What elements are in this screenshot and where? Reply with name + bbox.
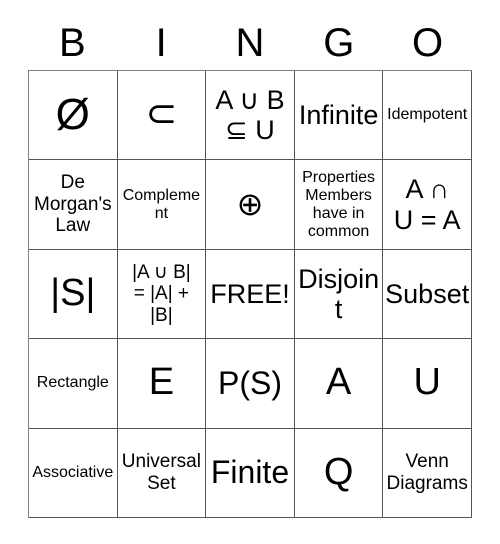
bingo-cell-label: FREE!: [210, 278, 290, 309]
header-letter-n: N: [235, 21, 265, 65]
bingo-cell[interactable]: Universal Set: [117, 428, 207, 518]
bingo-cell[interactable]: Ø: [29, 71, 118, 161]
bingo-cell-label: Universal Set: [121, 451, 201, 494]
bingo-cell[interactable]: Properties Members have in common: [294, 160, 384, 250]
bingo-cell[interactable]: |A ∪ B| = |A| + |B|: [117, 249, 207, 340]
header-letter-g: G: [323, 21, 355, 65]
bingo-cell[interactable]: Infinite: [294, 71, 384, 161]
bingo-cell[interactable]: Subset: [383, 249, 472, 340]
bingo-cell[interactable]: Disjoint: [294, 249, 384, 340]
bingo-grid: Ø ⊂ A ∪ B ⊆ U Infinite Idempotent De Morgan's La…: [28, 70, 472, 518]
bingo-cell-label: Properties Members have in common: [302, 168, 376, 240]
bingo-cell[interactable]: A: [294, 339, 384, 429]
bingo-cell-label: A: [325, 361, 352, 404]
bingo-cell-label: E: [148, 361, 175, 404]
bingo-cell[interactable]: A ∪ B ⊆ U: [206, 71, 295, 161]
bingo-cell[interactable]: |S|: [29, 249, 118, 340]
bingo-cell[interactable]: U: [383, 339, 472, 429]
bingo-cell[interactable]: Q: [294, 428, 384, 518]
bingo-cell[interactable]: P(S): [206, 339, 295, 429]
bingo-cell-label: P(S): [217, 364, 282, 401]
bingo-cell-label: A ∩ U = A: [393, 174, 461, 235]
bingo-cell-label: De Morgan's Law: [34, 172, 112, 237]
bingo-cell-label: Finite: [210, 454, 290, 491]
bingo-cell-label: ⊕: [236, 186, 264, 222]
bingo-cell[interactable]: Rectangle: [29, 339, 118, 429]
header-letter-i: I: [155, 21, 167, 65]
bingo-cell-label: U: [413, 361, 441, 404]
bingo-cell[interactable]: Idempotent: [383, 71, 472, 161]
bingo-cell-label: Rectangle: [36, 374, 109, 392]
bingo-cell-label: Idempotent: [387, 106, 468, 124]
header-letter-o: O: [412, 21, 444, 65]
bingo-cell-label: A ∪ B ⊆ U: [215, 84, 285, 146]
bingo-card: B I N G O Ø ⊂ A ∪ B ⊆ U Infinite Idempotent De…: [0, 0, 500, 544]
bingo-cell[interactable]: Finite: [206, 428, 295, 518]
bingo-cell-free[interactable]: FREE!: [206, 249, 295, 340]
bingo-cell-label: Subset: [385, 278, 470, 309]
bingo-cell-label: ⊂: [145, 93, 178, 136]
bingo-cell[interactable]: A ∩ U = A: [383, 160, 472, 250]
bingo-cell[interactable]: E: [117, 339, 207, 429]
bingo-cell[interactable]: Complement: [117, 160, 207, 250]
bingo-cell-label: |A ∪ B| = |A| + |B|: [132, 261, 191, 326]
bingo-cell[interactable]: De Morgan's Law: [29, 160, 118, 250]
bingo-cell-label: Venn Diagrams: [386, 451, 468, 494]
bingo-cell[interactable]: ⊕: [206, 160, 295, 250]
bingo-cell-label: |S|: [50, 272, 96, 315]
bingo-header-row: B I N G O: [28, 18, 472, 68]
bingo-cell-label: Q: [323, 450, 354, 493]
bingo-cell-label: Disjoint: [298, 263, 380, 324]
bingo-cell[interactable]: Venn Diagrams: [383, 428, 472, 518]
bingo-cell-label: Infinite: [298, 100, 379, 131]
bingo-cell-label: Associative: [32, 463, 114, 481]
header-letter-b: B: [59, 21, 86, 65]
bingo-cell-label: Ø: [55, 90, 90, 140]
bingo-cell[interactable]: ⊂: [117, 71, 207, 161]
bingo-cell-label: Complement: [122, 186, 201, 222]
bingo-cell[interactable]: Associative: [29, 428, 118, 518]
